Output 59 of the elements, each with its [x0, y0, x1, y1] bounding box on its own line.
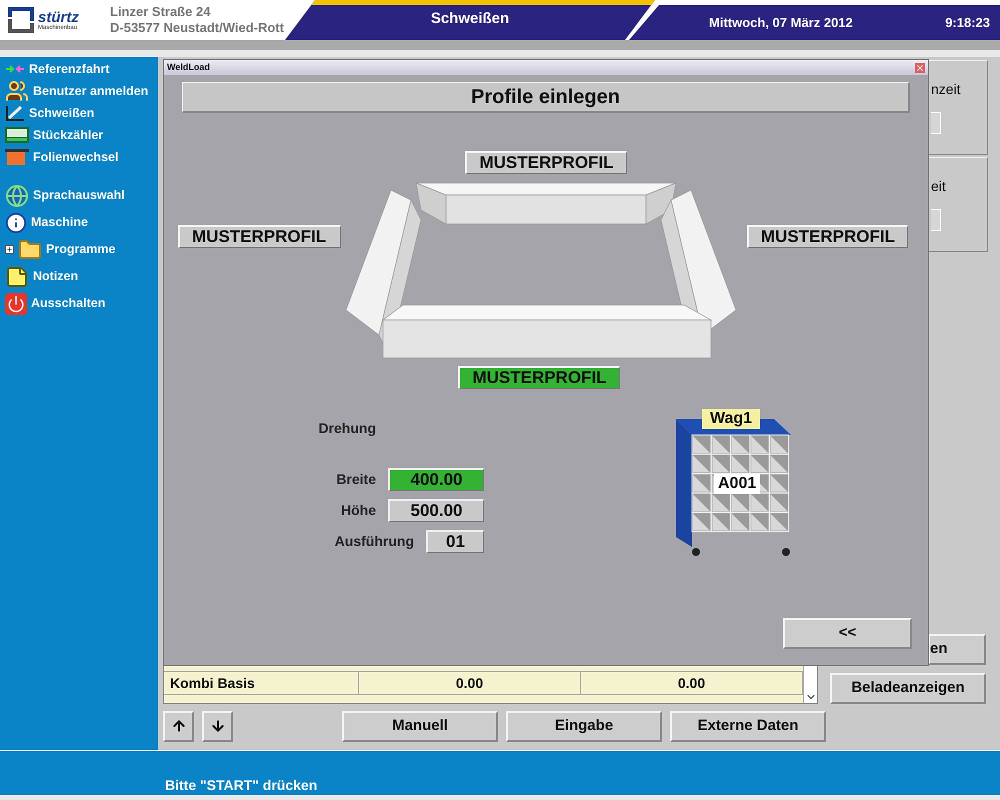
value-field[interactable]: 500.00 — [388, 499, 484, 522]
table-cell: Kombi Basis — [164, 672, 359, 694]
date-text: Mittwoch, 07 März 2012 — [709, 14, 853, 32]
cart-label: Wag1 — [702, 409, 760, 429]
globe-icon — [5, 184, 29, 208]
field-label: Höhe — [340, 501, 376, 520]
foil-roll-icon — [5, 149, 29, 165]
value-field[interactable]: 01 — [426, 530, 484, 553]
profile-label: MUSTERPROFIL — [746, 225, 908, 248]
status-message: Bitte "START" drücken — [165, 776, 318, 794]
close-icon[interactable] — [915, 62, 925, 72]
expand-icon[interactable] — [5, 245, 14, 254]
toolbar-button[interactable]: Externe Daten — [670, 710, 826, 742]
logo-name: stürtz — [38, 10, 79, 24]
info-icon — [5, 212, 27, 234]
profile-label: MUSTERPROFIL — [178, 225, 341, 248]
power-icon — [5, 292, 27, 314]
value-field[interactable] — [931, 209, 941, 231]
field-label: Breite — [335, 470, 376, 489]
logo-icon — [8, 7, 34, 33]
address-line: Linzer Straße 24 — [110, 4, 212, 20]
move-up-button[interactable] — [163, 710, 194, 742]
users-icon — [5, 79, 29, 103]
move-down-button[interactable] — [202, 710, 233, 742]
dialog-title: WeldLoad — [167, 60, 210, 74]
field-label: Drehung — [317, 419, 376, 438]
sidebar-item[interactable]: Ausschalten — [5, 290, 158, 317]
table-cell: 0.00 — [359, 672, 581, 694]
toolbar-button[interactable]: Manuell — [342, 710, 498, 742]
sidebar-item[interactable]: Benutzer anmelden — [5, 80, 158, 102]
counter-icon — [5, 127, 29, 143]
address-line: D-53577 Neustadt/Wied-Rott — [110, 20, 285, 36]
sidebar-item[interactable]: Stückzähler — [5, 124, 158, 146]
time-text: 9:18:23 — [945, 14, 990, 32]
sidebar-item[interactable]: Schweißen — [5, 102, 158, 124]
back-button[interactable]: << — [783, 618, 912, 649]
profile-label: MUSTERPROFIL — [458, 366, 620, 389]
screen-title: Schweißen — [430, 9, 510, 30]
field-label: Ausführung — [334, 532, 414, 551]
value-field[interactable] — [931, 112, 941, 134]
sidebar-item[interactable]: Referenzfahrt — [5, 58, 158, 80]
side-button[interactable]: en — [928, 634, 986, 665]
scrollbar[interactable] — [803, 663, 817, 703]
profile-label: MUSTERPROFIL — [465, 151, 627, 174]
dialog-heading: Profile einlegen — [182, 82, 910, 113]
sidebar-item[interactable]: Sprachauswahl — [5, 182, 158, 209]
sidebar-item[interactable]: Notizen — [5, 263, 158, 290]
panel-label: nzeit — [931, 80, 962, 99]
sidebar-item[interactable]: Programme — [5, 236, 158, 263]
slot-label: A001 — [714, 474, 760, 494]
panel-label: eit — [931, 177, 947, 196]
note-icon — [5, 264, 29, 288]
folder-icon — [18, 238, 42, 262]
toolbar-button[interactable]: Eingabe — [506, 710, 662, 742]
value-field[interactable]: 400.00 — [388, 468, 484, 491]
sidebar-item[interactable]: Maschine — [5, 209, 158, 236]
side-button[interactable]: Beladeanzeigen — [830, 673, 986, 704]
arrows-icon — [5, 64, 25, 74]
sidebar-item[interactable]: Folienwechsel — [5, 146, 158, 168]
